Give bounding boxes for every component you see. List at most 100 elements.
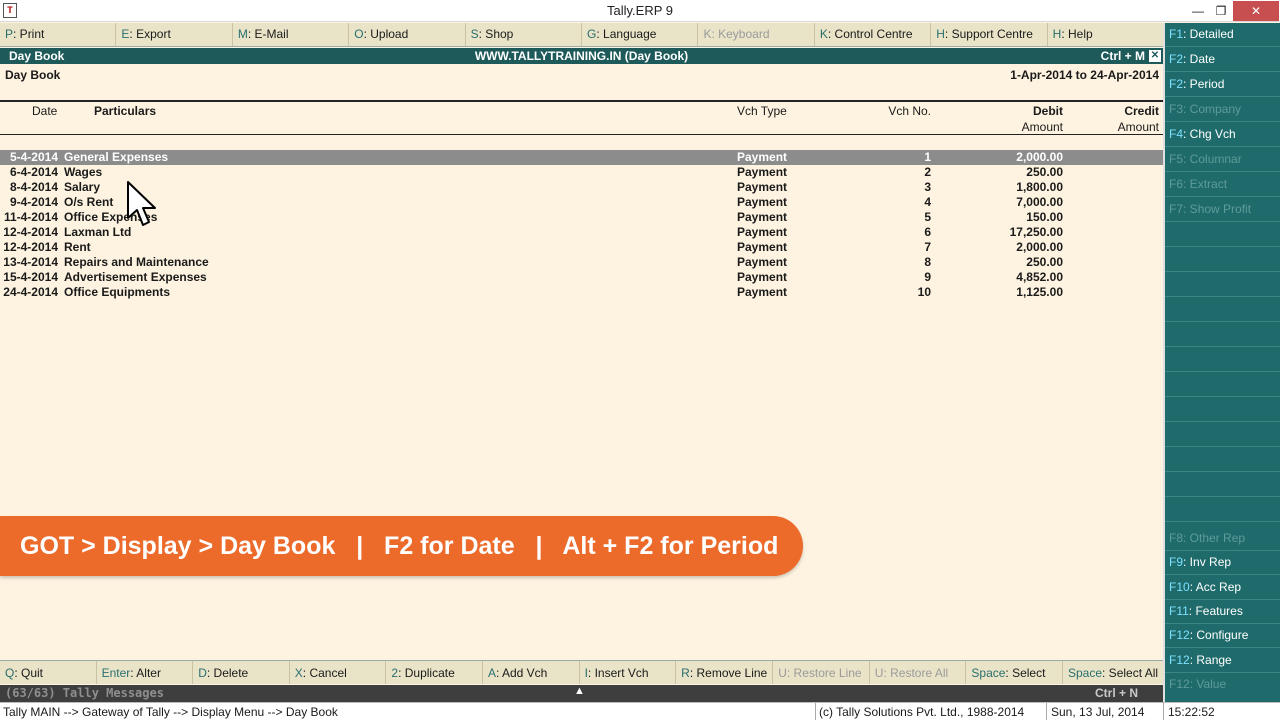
duplicate-button[interactable]: 2: Duplicate [386, 661, 483, 684]
select-button[interactable]: Space: Select [966, 661, 1063, 684]
restore-button[interactable]: ❐ [1206, 1, 1236, 21]
quit-button[interactable]: Q: Quit [0, 661, 97, 684]
report-subheader: Day Book 1-Apr-2014 to 24-Apr-2014 [0, 64, 1163, 100]
email-button[interactable]: M: E-Mail [233, 23, 350, 46]
window-title: Tally.ERP 9 [607, 3, 673, 18]
sidebar-empty-slot [1165, 448, 1280, 472]
delete-button[interactable]: D: Delete [193, 661, 290, 684]
row-debit: 4,852.00 [1016, 270, 1063, 284]
row-date: 12-4-2014 [3, 240, 58, 254]
messages-shortcut: Ctrl + N [1094, 686, 1138, 700]
support-centre-button[interactable]: H: Support Centre [931, 23, 1048, 46]
row-particulars: O/s Rent [64, 195, 114, 209]
expand-messages-icon[interactable]: ▲ [574, 685, 585, 697]
f1-detailed-button[interactable]: F1: Detailed [1165, 23, 1280, 47]
cancel-button[interactable]: X: Cancel [290, 661, 387, 684]
insert-vch-button[interactable]: I: Insert Vch [580, 661, 677, 684]
row-debit: 1,125.00 [1016, 285, 1063, 299]
report-period[interactable]: 1-Apr-2014 to 24-Apr-2014 [1010, 68, 1159, 82]
keyboard-button: K: Keyboard [698, 23, 815, 46]
upload-button[interactable]: O: Upload [349, 23, 466, 46]
status-bar: Tally MAIN --> Gateway of Tally --> Disp… [0, 702, 1280, 720]
close-report-icon[interactable]: ✕ [1149, 50, 1161, 62]
row-vch-no: 1 [924, 150, 931, 164]
f7-show-profit-button: F7: Show Profit [1165, 198, 1280, 222]
row-vch-no: 7 [924, 240, 931, 254]
messages-text: (63/63) Tally Messages [5, 686, 164, 700]
shop-button[interactable]: S: Shop [466, 23, 583, 46]
restore-all-button: U: Restore All [870, 661, 967, 684]
row-debit: 17,250.00 [1009, 225, 1063, 239]
row-date: 15-4-2014 [3, 270, 58, 284]
row-particulars: Rent [64, 240, 91, 254]
f11-features-button[interactable]: F11: Features [1165, 600, 1280, 624]
table-row[interactable]: 12-4-2014 Rent Payment 7 2,000.00 [0, 240, 1163, 255]
f12-configure-button[interactable]: F12: Configure [1165, 624, 1280, 648]
col-date: Date [32, 104, 58, 118]
status-divider [815, 703, 816, 720]
table-row[interactable]: 9-4-2014 O/s Rent Payment 4 7,000.00 [0, 195, 1163, 210]
row-particulars: Wages [64, 165, 103, 179]
alter-button[interactable]: Enter: Alter [97, 661, 194, 684]
row-vch-no: 4 [924, 195, 931, 209]
table-row[interactable]: 13-4-2014 Repairs and Maintenance Paymen… [0, 255, 1163, 270]
sidebar-empty-slot [1165, 348, 1280, 372]
col-particulars: Particulars [94, 104, 157, 118]
row-date: 5-4-2014 [9, 150, 58, 164]
f3-company-button: F3: Company [1165, 98, 1280, 122]
f4-chg-vch-button[interactable]: F4: Chg Vch [1165, 123, 1280, 147]
export-button[interactable]: E: Export [116, 23, 233, 46]
sidebar-empty-slot [1165, 273, 1280, 297]
row-vch-no: 8 [924, 255, 931, 269]
row-vch-type: Payment [737, 225, 788, 239]
row-vch-no: 2 [924, 165, 931, 179]
f2-period-button[interactable]: F2: Period [1165, 73, 1280, 97]
bottom-button-bar: Q: Quit Enter: Alter D: Delete X: Cancel… [0, 660, 1163, 684]
table-row[interactable]: 12-4-2014 Laxman Ltd Payment 6 17,250.00 [0, 225, 1163, 240]
table-row[interactable]: 8-4-2014 Salary Payment 3 1,800.00 [0, 180, 1163, 195]
current-time: 15:22:52 [1168, 705, 1215, 719]
language-button[interactable]: G: Language [582, 23, 699, 46]
tally-messages-bar[interactable]: (63/63) Tally Messages ▲ Ctrl + N [0, 685, 1163, 702]
table-row[interactable]: 15-4-2014 Advertisement Expenses Payment… [0, 270, 1163, 285]
row-debit: 7,000.00 [1016, 195, 1063, 209]
row-vch-type: Payment [737, 270, 788, 284]
row-vch-type: Payment [737, 255, 788, 269]
column-header: Date Particulars Vch Type Vch No. Debit … [0, 100, 1163, 135]
control-centre-button[interactable]: K: Control Centre [815, 23, 932, 46]
table-row[interactable]: 6-4-2014 Wages Payment 2 250.00 [0, 165, 1163, 180]
row-particulars: Advertisement Expenses [64, 270, 207, 284]
row-vch-no: 3 [924, 180, 931, 194]
close-window-button[interactable]: ✕ [1233, 1, 1279, 21]
row-date: 6-4-2014 [9, 165, 58, 179]
f2-date-button[interactable]: F2: Date [1165, 48, 1280, 72]
row-date: 11-4-2014 [3, 210, 58, 224]
row-particulars: Laxman Ltd [64, 225, 132, 239]
status-divider [1163, 703, 1164, 720]
col-credit: Credit [1124, 104, 1159, 118]
add-vch-button[interactable]: A: Add Vch [483, 661, 580, 684]
sidebar-empty-slot [1165, 423, 1280, 447]
row-debit: 250.00 [1026, 165, 1063, 179]
f10-acc-rep-button[interactable]: F10: Acc Rep [1165, 576, 1280, 600]
tutorial-banner: GOT > Display > Day Book | F2 for Date |… [0, 516, 803, 576]
help-button[interactable]: H: Help [1048, 23, 1163, 46]
f12-range-button[interactable]: F12: Range [1165, 649, 1280, 673]
table-row[interactable]: 24-4-2014 Office Equipments Payment 10 1… [0, 285, 1163, 300]
sidebar-empty-slot [1165, 498, 1280, 522]
select-all-button[interactable]: Space: Select All [1063, 661, 1163, 684]
table-row[interactable]: 5-4-2014 General Expenses Payment 1 2,00… [0, 150, 1163, 165]
row-debit: 250.00 [1026, 255, 1063, 269]
row-vch-type: Payment [737, 180, 788, 194]
report-header-company: WWW.TALLYTRAINING.IN (Day Book) [474, 49, 689, 63]
mouse-pointer-icon [127, 181, 156, 226]
remove-line-button[interactable]: R: Remove Line [676, 661, 774, 684]
f9-inv-rep-button[interactable]: F9: Inv Rep [1165, 551, 1280, 575]
sidebar-empty-slot [1165, 398, 1280, 422]
table-row[interactable]: 11-4-2014 Office Expenses Payment 5 150.… [0, 210, 1163, 225]
row-vch-type: Payment [737, 150, 788, 164]
print-button[interactable]: P: Print [0, 23, 117, 46]
window-titlebar: T Tally.ERP 9 — ❐ ✕ [0, 0, 1280, 22]
f6-extract-button: F6: Extract [1165, 173, 1280, 197]
copyright-text: (c) Tally Solutions Pvt. Ltd., 1988-2014 [819, 705, 1025, 719]
